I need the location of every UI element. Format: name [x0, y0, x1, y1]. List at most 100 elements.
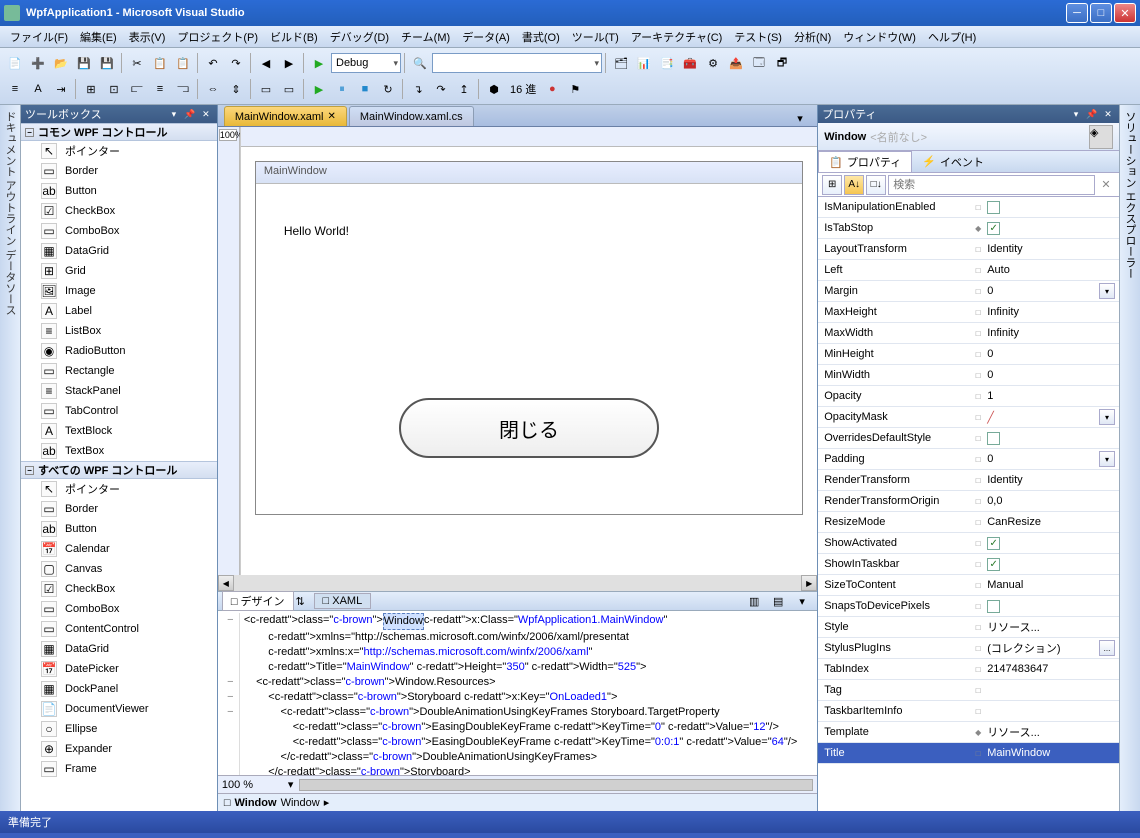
property-value[interactable]: 0: [987, 348, 993, 360]
checkbox-icon[interactable]: [987, 201, 1000, 214]
property-value[interactable]: Auto: [987, 264, 1010, 276]
toolbox-item[interactable]: ▭Border: [21, 499, 217, 519]
designer-surface[interactable]: MainWindow Hello World! 閉じる: [240, 127, 817, 575]
property-row[interactable]: Left□Auto: [818, 260, 1119, 281]
tab-overflow-icon[interactable]: ▾: [797, 112, 811, 126]
property-value[interactable]: Manual: [987, 579, 1023, 591]
property-value[interactable]: 1: [987, 390, 993, 402]
property-marker-icon[interactable]: □: [973, 601, 983, 611]
property-marker-icon[interactable]: □: [973, 517, 983, 527]
toolbox-item[interactable]: ▦DockPanel: [21, 679, 217, 699]
property-value[interactable]: MainWindow: [987, 747, 1050, 759]
close-button[interactable]: ✕: [1114, 3, 1136, 23]
toolbox-item[interactable]: ≡StackPanel: [21, 381, 217, 401]
toolbox-item[interactable]: ▭Rectangle: [21, 361, 217, 381]
flag-icon[interactable]: ⚑: [564, 78, 586, 100]
checkbox-icon[interactable]: ✓: [987, 222, 1000, 235]
chevron-right-icon[interactable]: ▸: [324, 796, 330, 809]
new-project-icon[interactable]: 📄: [4, 52, 26, 74]
close-button-preview[interactable]: 閉じる: [399, 398, 659, 458]
maximize-button[interactable]: □: [1090, 3, 1112, 23]
bp-icon[interactable]: ●: [541, 78, 563, 100]
minimize-button[interactable]: ─: [1066, 3, 1088, 23]
play-icon[interactable]: ▶: [308, 78, 330, 100]
dist-v-icon[interactable]: ⇕: [225, 78, 247, 100]
property-row[interactable]: SnapsToDevicePixels□: [818, 596, 1119, 617]
split-h-icon[interactable]: ▥: [743, 590, 765, 612]
property-value[interactable]: 0,0: [987, 495, 1002, 507]
vertical-tab-left[interactable]: ドキュメント アウトライン データソース: [0, 105, 21, 811]
xaml-tab[interactable]: □ XAML: [314, 593, 372, 609]
toolbox-item[interactable]: ▢Canvas: [21, 559, 217, 579]
property-marker-icon[interactable]: □: [973, 433, 983, 443]
hex-icon[interactable]: ⬢: [483, 78, 505, 100]
property-marker-icon[interactable]: □: [973, 748, 983, 758]
property-marker-icon[interactable]: □: [973, 370, 983, 380]
toolbox-item[interactable]: ▭TabControl: [21, 401, 217, 421]
split-v-icon[interactable]: ▤: [767, 590, 789, 612]
tb-icon-4[interactable]: 🧰: [679, 52, 701, 74]
property-row[interactable]: RenderTransformOrigin□0,0: [818, 491, 1119, 512]
align-l-icon[interactable]: ⫍: [126, 78, 148, 100]
property-value[interactable]: Identity: [987, 243, 1022, 255]
menu-help[interactable]: ヘルプ(H): [922, 27, 982, 47]
toolbox-item[interactable]: ⊕Expander: [21, 739, 217, 759]
wpf-window-preview[interactable]: MainWindow Hello World! 閉じる: [255, 161, 803, 515]
tb-icon-7[interactable]: 🗔: [748, 52, 770, 74]
designer-hscroll[interactable]: ◀ ▶: [218, 575, 817, 591]
snap-icon[interactable]: ⊡: [103, 78, 125, 100]
toolbox-item[interactable]: ▭Border: [21, 161, 217, 181]
menu-test[interactable]: テスト(S): [728, 27, 788, 47]
property-marker-icon[interactable]: □: [973, 454, 983, 464]
hello-text[interactable]: Hello World!: [284, 224, 774, 238]
restart-icon[interactable]: ↻: [377, 78, 399, 100]
property-value[interactable]: CanResize: [987, 516, 1041, 528]
toolbox-item[interactable]: ⊞Grid: [21, 261, 217, 281]
step-out-icon[interactable]: ↥: [453, 78, 475, 100]
tab-properties[interactable]: 📋プロパティ: [818, 151, 912, 172]
nav-fwd-icon[interactable]: ▶: [278, 52, 300, 74]
align-r-icon[interactable]: ⫎: [172, 78, 194, 100]
property-value[interactable]: Identity: [987, 474, 1022, 486]
property-row[interactable]: ShowActivated□✓: [818, 533, 1119, 554]
toolbox-group-common[interactable]: − コモン WPF コントロール: [21, 123, 217, 141]
property-marker-icon[interactable]: □: [973, 643, 983, 653]
menu-tools[interactable]: ツール(T): [566, 27, 625, 47]
property-value[interactable]: リソース...: [987, 619, 1040, 635]
toolbox-item[interactable]: ▭ContentControl: [21, 619, 217, 639]
toolbox-item[interactable]: 📄DocumentViewer: [21, 699, 217, 719]
toolbox-item[interactable]: ▦DataGrid: [21, 241, 217, 261]
toolbox-item[interactable]: abTextBox: [21, 441, 217, 461]
property-row[interactable]: OverridesDefaultStyle□: [818, 428, 1119, 449]
property-row[interactable]: SizeToContent□Manual: [818, 575, 1119, 596]
property-marker-icon[interactable]: □: [973, 202, 983, 212]
menu-format[interactable]: 書式(O): [516, 27, 566, 47]
menu-window[interactable]: ウィンドウ(W): [837, 27, 922, 47]
property-row[interactable]: StylusPlugIns□(コレクション)...: [818, 638, 1119, 659]
property-row[interactable]: Template◆リソース...: [818, 722, 1119, 743]
property-marker-icon[interactable]: ◆: [973, 223, 983, 233]
property-marker-icon[interactable]: ◆: [973, 727, 983, 737]
open-icon[interactable]: 📂: [50, 52, 72, 74]
prop-source-icon[interactable]: □↓: [866, 175, 886, 195]
undo-icon[interactable]: ↶: [202, 52, 224, 74]
property-marker-icon[interactable]: □: [973, 664, 983, 674]
property-value[interactable]: Infinity: [987, 327, 1019, 339]
save-all-icon[interactable]: 💾: [96, 52, 118, 74]
property-value[interactable]: Infinity: [987, 306, 1019, 318]
property-row[interactable]: TabIndex□2147483647: [818, 659, 1119, 680]
dist-h-icon[interactable]: ⇔: [202, 78, 224, 100]
menu-edit[interactable]: 編集(E): [74, 27, 123, 47]
toolbox-item[interactable]: ▭ComboBox: [21, 599, 217, 619]
tab-events[interactable]: ⚡イベント: [912, 151, 994, 172]
panel-close-icon[interactable]: ✕: [199, 107, 213, 121]
property-row[interactable]: Opacity□1: [818, 386, 1119, 407]
tab-close-icon[interactable]: ✕: [327, 111, 335, 122]
tb-icon-6[interactable]: 📤: [725, 52, 747, 74]
config-select[interactable]: Debug: [331, 53, 401, 73]
property-marker-icon[interactable]: □: [973, 307, 983, 317]
panel-pin-icon[interactable]: 📌: [183, 107, 197, 121]
property-row[interactable]: Margin□0▾: [818, 281, 1119, 302]
toolbox-item[interactable]: ▦DataGrid: [21, 639, 217, 659]
property-marker-icon[interactable]: □: [973, 349, 983, 359]
